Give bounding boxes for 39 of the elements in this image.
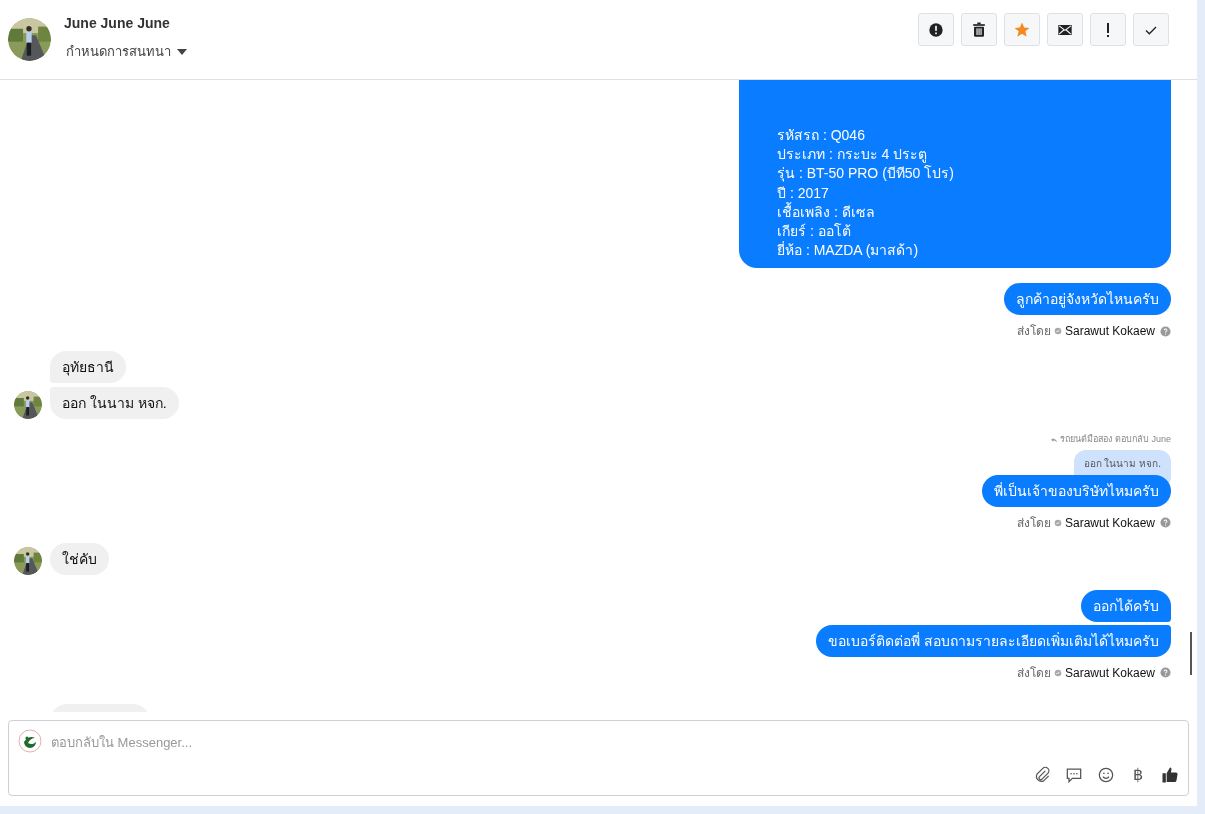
scrollbar bbox=[1190, 632, 1192, 675]
contact-name: June June June bbox=[64, 14, 171, 34]
message-line: ปี : 2017 bbox=[777, 183, 830, 202]
message-bubble: ออกได้ครับ bbox=[1081, 589, 1171, 622]
message-line: ประเภท : กระบะ 4 ประตู bbox=[777, 145, 929, 165]
toolbar-button[interactable] bbox=[918, 13, 954, 46]
verified-icon bbox=[1053, 668, 1062, 677]
help-icon bbox=[1160, 517, 1171, 529]
sender-name: Sarawut Kokaew bbox=[1064, 664, 1155, 682]
page-logo-icon bbox=[18, 729, 42, 753]
sent-by-label: ส่งโดย bbox=[1016, 514, 1051, 532]
verified-icon bbox=[1053, 327, 1062, 336]
toolbar-button[interactable] bbox=[961, 13, 997, 46]
message-line: รุ่น : BT-50 PRO (บีที50 โปร) bbox=[777, 164, 955, 184]
sent-by-label: ส่งโดย bbox=[1016, 664, 1051, 682]
sent-by-label: ส่งโดย bbox=[1016, 323, 1051, 341]
message-bubble: ใช่คับ bbox=[50, 542, 109, 575]
message-bubble: พี่เป็นเจ้าของบริษัทไหมครับ bbox=[982, 474, 1171, 507]
message-line: ยี่ห้อ : MAZDA (มาสด้า) bbox=[777, 241, 920, 261]
emoji-button[interactable] bbox=[1096, 765, 1116, 785]
caret-icon bbox=[177, 49, 187, 55]
reply-note: รถยนต์มือสอง ตอบกลับ June bbox=[1060, 433, 1171, 447]
conversation-menu[interactable]: กำหนดการสนทนา bbox=[64, 42, 187, 62]
toolbar-button[interactable] bbox=[1047, 13, 1083, 46]
message-bubble: ออก ในนาม หจก. bbox=[50, 387, 179, 420]
message-line: รหัสรถ : Q046 bbox=[777, 126, 866, 145]
message-bubble: ขอเบอร์ติดต่อพี่ สอบถามรายละเอียดเพิ่มเติมได้ไหมครับ bbox=[816, 624, 1171, 657]
message-bubble: ลูกค้าอยู่จังหวัดไหนครับ bbox=[1004, 283, 1171, 316]
help-icon bbox=[1160, 325, 1171, 337]
help-icon bbox=[1160, 667, 1171, 679]
sender-name: Sarawut Kokaew bbox=[1064, 323, 1155, 341]
message-line: เชื้อเพลิง : ดีเซล bbox=[777, 202, 876, 222]
payment-button[interactable]: ฿ bbox=[1128, 765, 1148, 785]
verified-icon bbox=[1053, 518, 1062, 527]
message-bubble: อุทัยธานี bbox=[50, 351, 126, 384]
sender-name: Sarawut Kokaew bbox=[1064, 514, 1155, 532]
reply-input[interactable]: ตอบกลับใน Messenger... bbox=[51, 733, 951, 753]
like-button[interactable] bbox=[1160, 765, 1180, 785]
message-line: เกียร์ : ออโต้ bbox=[777, 222, 852, 241]
